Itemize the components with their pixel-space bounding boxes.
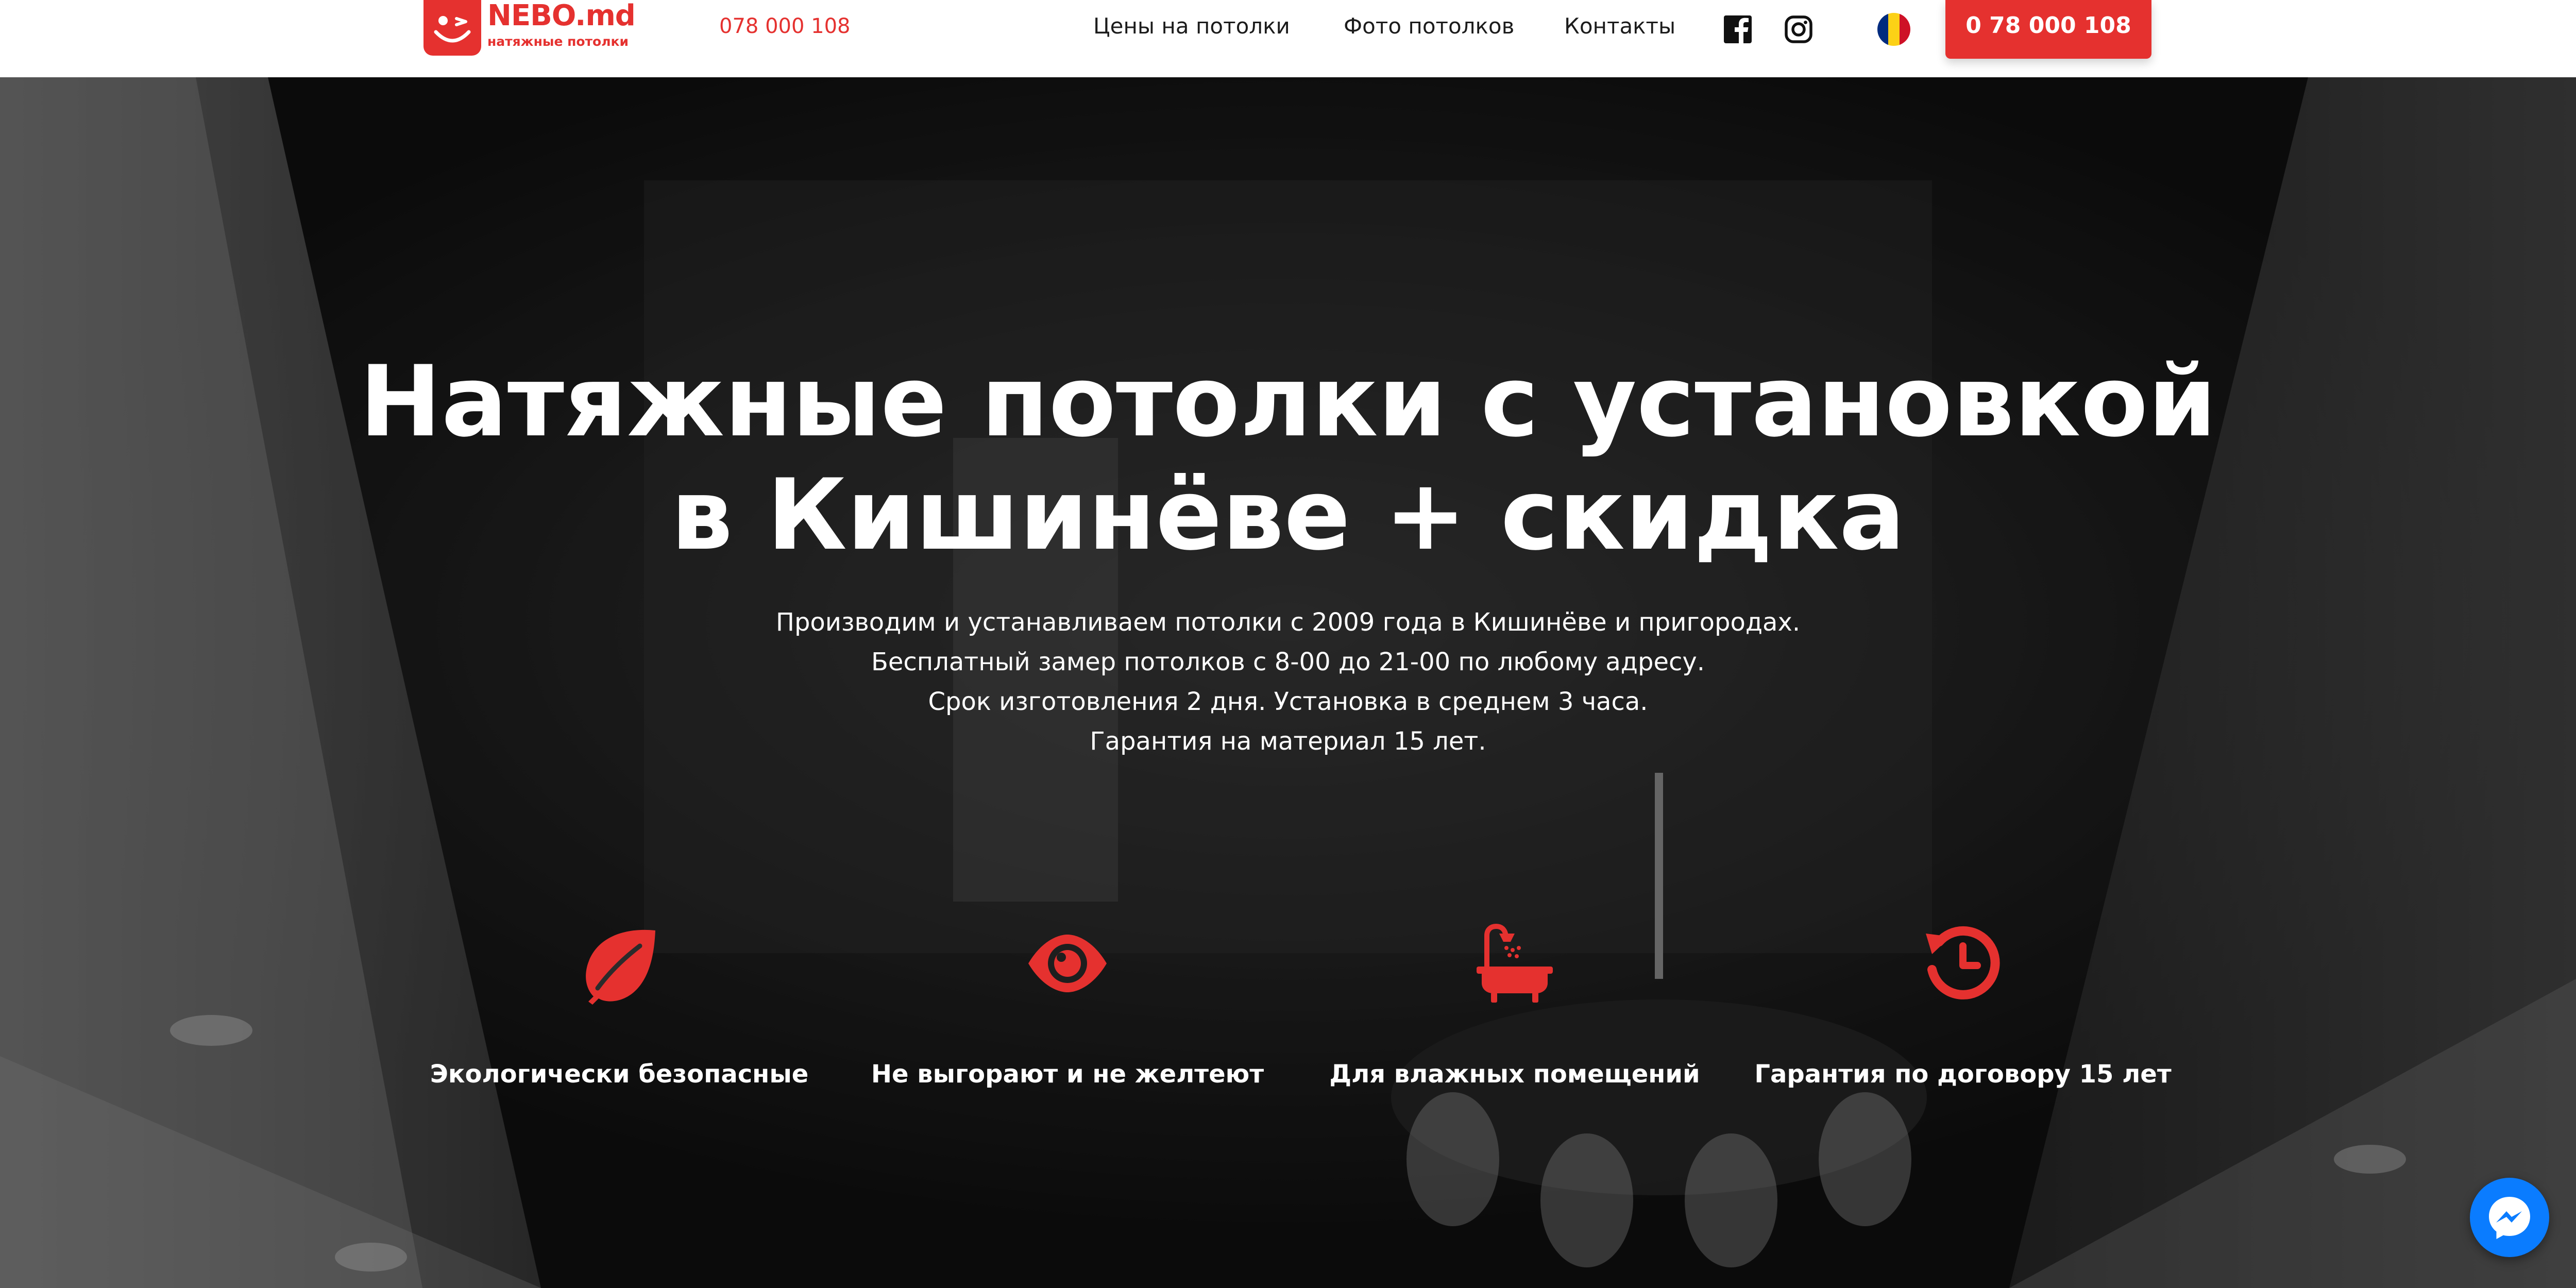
feature-label: Для влажных помещений	[1329, 1060, 1700, 1089]
feature-warranty: Гарантия по договору 15 лет	[1731, 840, 2195, 1108]
feature-label: Гарантия по договору 15 лет	[1754, 1060, 2172, 1089]
facebook-icon[interactable]	[1722, 13, 1754, 45]
eye-icon	[1026, 922, 1109, 1005]
hero-title: Натяжные потолки с установкой в Кишинёве…	[258, 345, 2318, 572]
romanian-flag-icon[interactable]	[1877, 13, 1910, 46]
messenger-icon	[2489, 1197, 2530, 1239]
flag-stripe-blue	[1877, 13, 1889, 46]
hero-text-line: Срок изготовления 2 дня. Установка в сре…	[928, 687, 1648, 716]
site-header: NEBO.md натяжные потолки 078 000 108 Цен…	[0, 0, 2576, 77]
feature-label: Не выгорают и не желтеют	[871, 1060, 1264, 1089]
hero-title-line-2: в Кишинёве + скидка	[671, 458, 1905, 572]
logo-name: NEBO.md	[487, 0, 636, 32]
flag-stripe-red	[1899, 13, 1910, 46]
header-phone-link[interactable]: 078 000 108	[719, 11, 850, 41]
feature-label: Экологически безопасные	[430, 1060, 809, 1089]
leaf-icon	[578, 922, 660, 1005]
feature-wet-rooms: Для влажных помещений	[1283, 840, 1747, 1108]
nav-prices-link[interactable]: Цены на потолки	[1093, 11, 1290, 41]
logo-smiley-icon	[423, 0, 481, 56]
call-button[interactable]: 0 78 000 108	[1945, 0, 2151, 59]
instagram-icon[interactable]	[1783, 13, 1815, 45]
hero-text-line: Бесплатный замер потолков с 8-00 до 21-0…	[871, 648, 1705, 676]
hero-description: Производим и устанавливаем потолки с 200…	[515, 603, 2061, 761]
flag-stripe-yellow	[1888, 13, 1900, 46]
feature-eco: Экологически безопасные	[387, 840, 851, 1108]
hero-section: Натяжные потолки с установкой в Кишинёве…	[0, 77, 2576, 1288]
history-clock-icon	[1922, 922, 2004, 1005]
bathtub-icon	[1473, 922, 1556, 1005]
messenger-chat-button[interactable]	[2470, 1178, 2549, 1257]
nav-photos-link[interactable]: Фото потолков	[1344, 11, 1514, 41]
logo[interactable]: NEBO.md натяжные потолки	[423, 0, 636, 56]
hero-title-line-1: Натяжные потолки с установкой	[359, 345, 2217, 459]
logo-tagline: натяжные потолки	[487, 34, 629, 49]
hero-text-line: Производим и устанавливаем потолки с 200…	[775, 608, 1801, 637]
nav-contacts-link[interactable]: Контакты	[1564, 11, 1675, 41]
feature-no-fading: Не выгорают и не желтеют	[836, 840, 1299, 1108]
hero-text-line: Гарантия на материал 15 лет.	[1090, 727, 1486, 756]
